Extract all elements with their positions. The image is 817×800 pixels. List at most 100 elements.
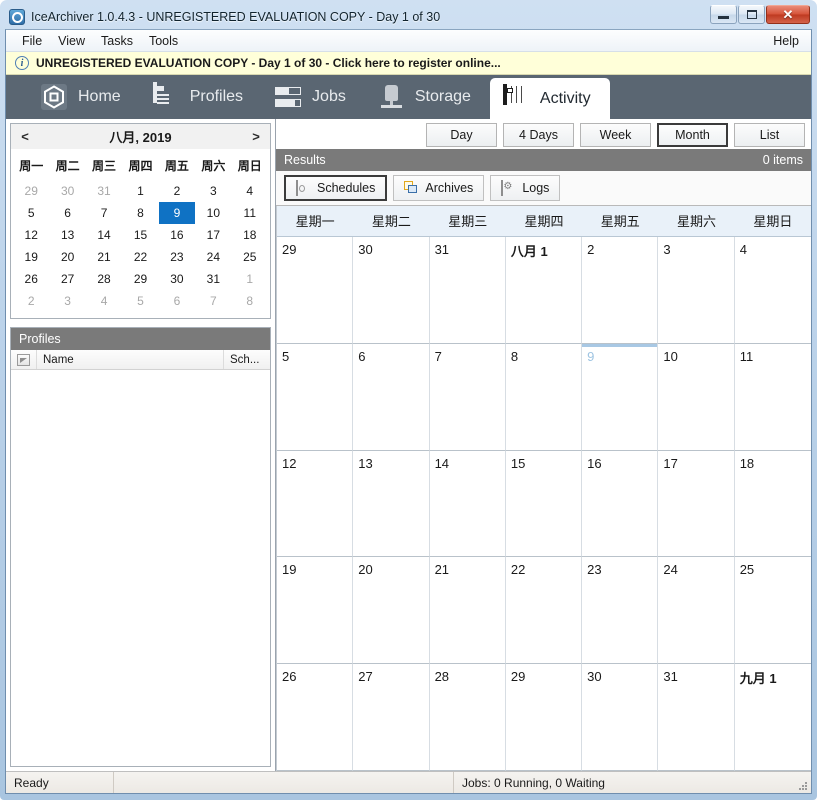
mini-calendar-day[interactable]: 12 — [13, 224, 49, 246]
view-mode-day[interactable]: Day — [426, 122, 497, 147]
mini-calendar-day[interactable]: 27 — [49, 268, 85, 290]
calendar-cell[interactable]: 23 — [582, 557, 659, 665]
mini-calendar-day[interactable]: 6 — [159, 290, 195, 312]
calendar-cell[interactable]: 6 — [353, 343, 430, 451]
calendar-cell[interactable]: 28 — [429, 664, 506, 771]
calendar-cell[interactable]: 5 — [277, 343, 354, 451]
calendar-cell[interactable]: 22 — [505, 557, 583, 665]
sort-indicator-column[interactable] — [11, 350, 37, 369]
calendar-cell[interactable]: 30 — [353, 237, 430, 344]
subtab-schedules[interactable]: Schedules — [284, 175, 388, 201]
calendar-cell-today[interactable]: 9 — [582, 343, 659, 451]
close-button[interactable]: ✕ — [766, 5, 810, 24]
mini-calendar-day[interactable]: 15 — [122, 224, 158, 246]
calendar-cell[interactable]: 10 — [658, 343, 735, 451]
calendar-cell[interactable]: 13 — [353, 450, 430, 558]
menu-item-help[interactable]: Help — [765, 32, 807, 50]
mini-calendar-day[interactable]: 11 — [232, 202, 268, 224]
mini-calendar-day[interactable]: 4 — [86, 290, 122, 312]
mini-calendar-day[interactable]: 6 — [49, 202, 85, 224]
mini-calendar-day[interactable]: 2 — [159, 180, 195, 202]
mini-calendar-day[interactable]: 20 — [49, 246, 85, 268]
mini-calendar-day[interactable]: 31 — [195, 268, 231, 290]
minimize-button[interactable] — [710, 5, 737, 24]
calendar-cell[interactable]: 16 — [582, 450, 659, 558]
mini-calendar-day[interactable]: 16 — [159, 224, 195, 246]
menu-item-file[interactable]: File — [14, 32, 50, 50]
calendar-cell[interactable]: 31 — [429, 237, 506, 344]
calendar-cell[interactable]: 2 — [582, 237, 659, 344]
calendar-cell[interactable]: 26 — [277, 664, 354, 771]
mini-calendar-day[interactable]: 3 — [195, 180, 231, 202]
mini-calendar-day[interactable]: 3 — [49, 290, 85, 312]
calendar-cell[interactable]: 27 — [353, 664, 430, 771]
mini-calendar-day[interactable]: 2 — [13, 290, 49, 312]
mini-calendar-day[interactable]: 7 — [86, 202, 122, 224]
mini-calendar-day[interactable]: 4 — [232, 180, 268, 202]
mini-calendar-day[interactable]: 17 — [195, 224, 231, 246]
subtab-archives[interactable]: Archives — [393, 175, 485, 201]
name-column[interactable]: Name — [37, 350, 224, 369]
mini-calendar-day[interactable]: 24 — [195, 246, 231, 268]
calendar-cell[interactable]: 31 — [658, 664, 735, 771]
mini-calendar-day[interactable]: 1 — [232, 268, 268, 290]
calendar-cell[interactable]: 29 — [505, 664, 583, 771]
mini-calendar-day[interactable]: 30 — [159, 268, 195, 290]
mini-calendar-day[interactable]: 28 — [86, 268, 122, 290]
calendar-cell[interactable]: 8 — [505, 343, 583, 451]
mini-calendar-day[interactable]: 29 — [13, 180, 49, 202]
mini-calendar-day[interactable]: 23 — [159, 246, 195, 268]
mini-calendar-day[interactable]: 26 — [13, 268, 49, 290]
calendar-cell[interactable]: 20 — [353, 557, 430, 665]
resize-grip[interactable] — [797, 772, 811, 793]
maximize-button[interactable] — [738, 5, 765, 24]
calendar-cell[interactable]: 12 — [277, 450, 354, 558]
menu-item-tasks[interactable]: Tasks — [93, 32, 141, 50]
mini-calendar-selected-day[interactable]: 9 — [158, 202, 196, 224]
calendar-cell[interactable]: 7 — [429, 343, 506, 451]
calendar-cell[interactable]: 30 — [582, 664, 659, 771]
mini-calendar-day[interactable]: 8 — [232, 290, 268, 312]
tab-jobs[interactable]: Jobs — [262, 75, 365, 119]
next-month-button[interactable]: > — [242, 129, 270, 144]
mini-calendar-day[interactable]: 29 — [122, 268, 158, 290]
mini-calendar-day[interactable]: 25 — [232, 246, 268, 268]
mini-calendar-day[interactable]: 30 — [49, 180, 85, 202]
profiles-list[interactable] — [11, 370, 270, 766]
mini-calendar-day[interactable]: 21 — [86, 246, 122, 268]
mini-calendar-day[interactable]: 1 — [122, 180, 158, 202]
menu-item-view[interactable]: View — [50, 32, 93, 50]
calendar-cell[interactable]: 4 — [734, 237, 811, 344]
mini-calendar-day[interactable]: 18 — [232, 224, 268, 246]
tab-storage[interactable]: Storage — [365, 75, 490, 119]
mini-calendar-day[interactable]: 19 — [13, 246, 49, 268]
mini-calendar-day[interactable]: 7 — [195, 290, 231, 312]
mini-calendar-day[interactable]: 10 — [195, 202, 231, 224]
calendar-cell[interactable]: 3 — [658, 237, 735, 344]
calendar-cell[interactable]: 29 — [277, 237, 354, 344]
calendar-cell[interactable]: 21 — [429, 557, 506, 665]
tab-home[interactable]: Home — [28, 75, 140, 119]
mini-calendar-day[interactable]: 8 — [122, 202, 158, 224]
schedule-column[interactable]: Sch... — [224, 350, 270, 369]
calendar-cell[interactable]: 24 — [658, 557, 735, 665]
calendar-cell[interactable]: 18 — [734, 450, 811, 558]
calendar-cell[interactable]: 11 — [734, 343, 811, 451]
nag-bar-text[interactable]: UNREGISTERED EVALUATION COPY - Day 1 of … — [36, 56, 501, 70]
view-mode-week[interactable]: Week — [580, 122, 651, 147]
tab-profiles[interactable]: Profiles — [140, 75, 262, 119]
mini-calendar-day[interactable]: 14 — [86, 224, 122, 246]
view-mode-4-days[interactable]: 4 Days — [503, 122, 574, 147]
previous-month-button[interactable]: < — [11, 129, 39, 144]
mini-calendar-day[interactable]: 22 — [122, 246, 158, 268]
calendar-cell[interactable]: 14 — [429, 450, 506, 558]
view-mode-month[interactable]: Month — [657, 122, 728, 147]
evaluation-nag-bar[interactable]: i UNREGISTERED EVALUATION COPY - Day 1 o… — [6, 52, 811, 75]
mini-calendar-day[interactable]: 5 — [13, 202, 49, 224]
calendar-cell[interactable]: 25 — [734, 557, 811, 665]
subtab-logs[interactable]: Logs — [490, 175, 561, 201]
mini-calendar-day[interactable]: 31 — [86, 180, 122, 202]
calendar-cell[interactable]: 19 — [277, 557, 354, 665]
calendar-cell[interactable]: 17 — [658, 450, 735, 558]
calendar-cell[interactable]: 15 — [505, 450, 583, 558]
